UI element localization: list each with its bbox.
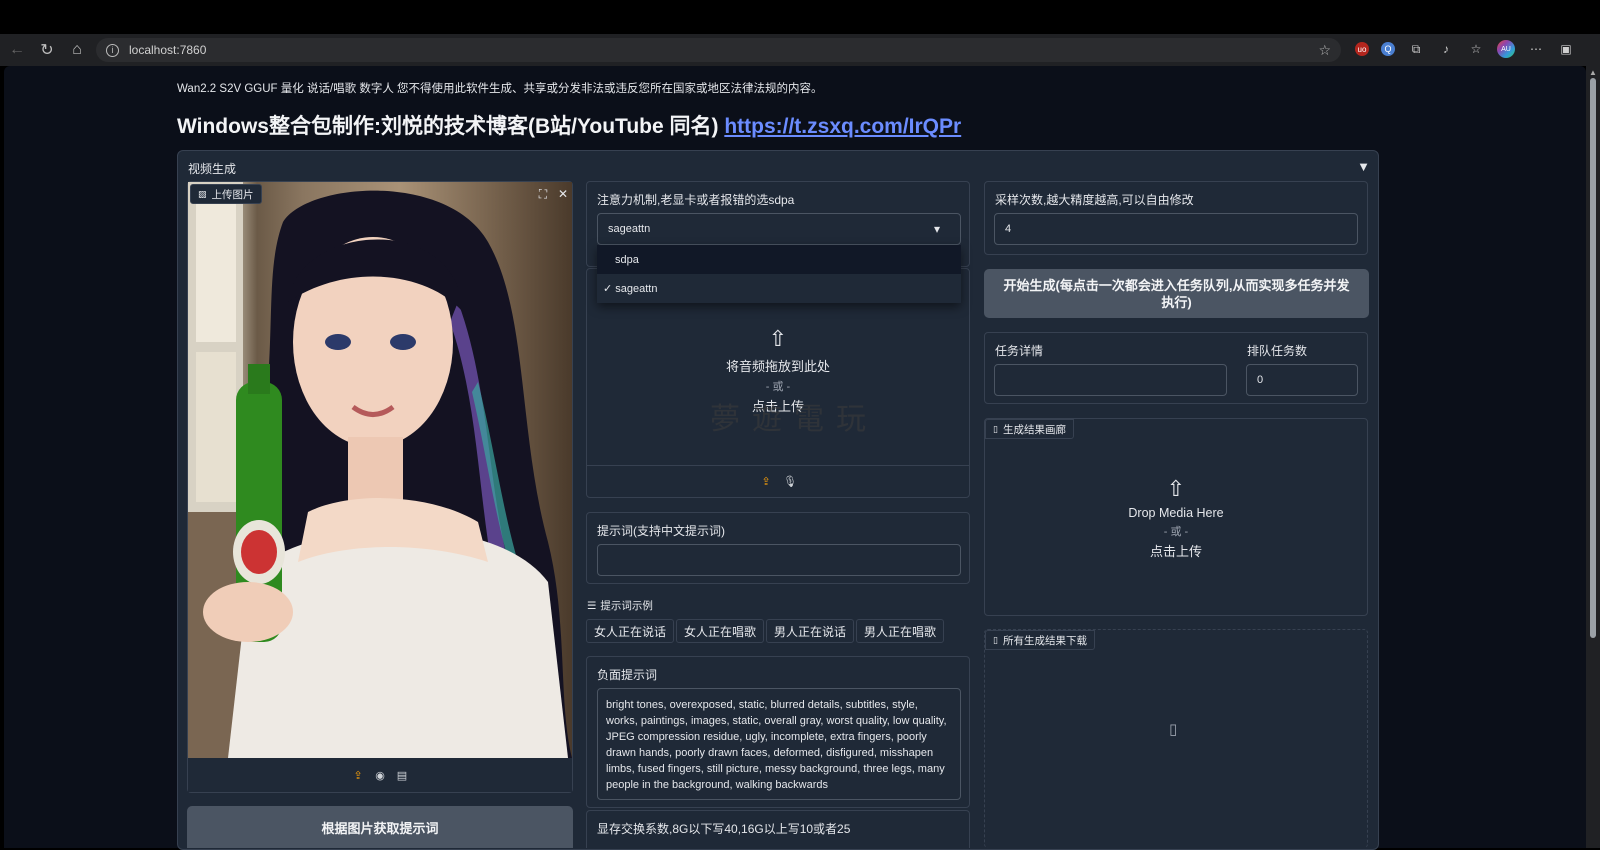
- gallery-drop-zone[interactable]: ⇧ Drop Media Here - 或 - 点击上传: [1094, 478, 1258, 560]
- more-icon[interactable]: ⋯: [1527, 40, 1545, 58]
- watermark-text: 夢遊電玩: [710, 402, 878, 437]
- gallery-label-tag: ▯ 生成结果画廊: [985, 419, 1074, 439]
- attention-dropdown[interactable]: sageattn ▾: [597, 213, 961, 245]
- downloads-panel[interactable]: ▯ 所有生成结果下载 ▯: [984, 629, 1368, 848]
- gallery-label: 生成结果画廊: [1002, 423, 1066, 436]
- steps-label: 采样次数,越大精度越高,可以自由修改: [995, 193, 1194, 207]
- site-info-icon[interactable]: i: [106, 43, 119, 57]
- prompt-label: 提示词(支持中文提示词): [597, 524, 725, 538]
- search-ext-icon[interactable]: Q: [1381, 42, 1395, 56]
- option-sdpa-label: sdpa: [615, 253, 639, 266]
- bookmark-star-icon[interactable]: ☆: [1318, 42, 1331, 59]
- scroll-up-icon[interactable]: ▲: [1589, 68, 1597, 77]
- attention-selected: sageattn: [608, 223, 651, 235]
- image-upload-panel[interactable]: ▨ 上传图片 ⛶ ✕ ⇪ ◉ ▤: [187, 181, 573, 793]
- option-sdpa[interactable]: sdpa: [597, 245, 961, 274]
- portrait-illustration: [188, 182, 572, 758]
- examples-header: ☰ 提示词示例: [587, 598, 653, 613]
- option-sageattn[interactable]: ✓ sageattn: [597, 274, 961, 303]
- prompt-input[interactable]: [597, 544, 961, 576]
- audio-source-toolbar: ⇪ 🎙: [587, 465, 969, 497]
- example-woman-talking[interactable]: 女人正在说话: [586, 619, 675, 643]
- task-detail-field: [994, 364, 1227, 396]
- upload-arrow-icon: ⇧: [1166, 476, 1186, 501]
- attention-label: 注意力机制,老显卡或者报错的选sdpa: [597, 193, 795, 207]
- close-icon[interactable]: ✕: [555, 186, 571, 202]
- file-icon: ▯: [993, 423, 998, 434]
- example-man-talking[interactable]: 男人正在说话: [766, 619, 855, 643]
- audio-or-text: - 或 -: [765, 381, 791, 393]
- gallery-or-text: - 或 -: [1163, 526, 1189, 538]
- reading-icon[interactable]: ♪: [1437, 40, 1455, 58]
- profile-icon[interactable]: AU: [1497, 40, 1515, 58]
- get-prompt-from-image-button[interactable]: 根据图片获取提示词: [187, 806, 573, 848]
- webcam-icon[interactable]: ◉: [373, 768, 387, 782]
- uploaded-image: ▨ 上传图片 ⛶ ✕: [188, 182, 572, 758]
- upload-arrow-icon: ⇧: [768, 326, 788, 351]
- home-icon[interactable]: ⌂: [62, 35, 92, 65]
- scrollbar-thumb[interactable]: [1590, 78, 1596, 638]
- gallery-click-text: 点击上传: [1149, 544, 1202, 559]
- file-icon: ▯: [993, 634, 998, 645]
- swap-label: 显存交换系数,8G以下写40,16G以上写10或者25: [597, 822, 851, 836]
- accordion-toggle-icon[interactable]: ▼: [1357, 159, 1370, 174]
- image-label: 上传图片: [211, 188, 254, 201]
- image-icon: ▨: [198, 188, 207, 199]
- image-label-tag: ▨ 上传图片: [190, 184, 262, 204]
- examples-label: 提示词示例: [600, 600, 653, 612]
- steps-input[interactable]: 4: [994, 213, 1358, 245]
- image-source-toolbar: ⇪ ◉ ▤: [188, 758, 572, 792]
- accordion-title[interactable]: 视频生成: [188, 160, 236, 177]
- title-text: Windows整合包制作:刘悦的技术博客(B站/YouTube 同名): [177, 115, 725, 138]
- page-scrollbar[interactable]: ▲: [1586, 66, 1600, 848]
- negative-prompt-label: 负面提示词: [597, 668, 658, 682]
- browser-toolbar: ← ↻ ⌂ i localhost:7860 ☆ uo Q ⧉ ♪ ☆ AU ⋯…: [0, 34, 1600, 66]
- example-woman-singing[interactable]: 女人正在唱歌: [676, 619, 765, 643]
- extension-icons: uo Q ⧉ ♪ ☆ AU ⋯ ▣: [1355, 40, 1575, 58]
- start-generation-button[interactable]: 开始生成(每点击一次都会进入任务队列,从而实现多任务并发执行): [984, 269, 1369, 318]
- list-icon: ☰: [587, 599, 597, 612]
- back-arrow-icon[interactable]: ←: [2, 35, 32, 65]
- swap-block: 显存交换系数,8G以下写40,16G以上写10或者25: [586, 810, 970, 848]
- ublock-icon[interactable]: uo: [1355, 42, 1369, 56]
- reload-icon[interactable]: ↻: [32, 35, 62, 65]
- disclaimer-text: Wan2.2 S2V GGUF 量化 说话/唱歌 数字人 您不得使用此软件生成、…: [177, 83, 823, 95]
- gallery-drop-text: Drop Media Here: [1128, 506, 1224, 520]
- microphone-icon[interactable]: 🎙: [783, 475, 797, 489]
- upload-icon[interactable]: ⇪: [759, 475, 773, 489]
- page-title: Windows整合包制作:刘悦的技术博客(B站/YouTube 同名) http…: [177, 110, 961, 140]
- empty-file-icon: ▯: [1169, 721, 1178, 738]
- audio-drop-text: 将音频拖放到此处: [725, 359, 830, 374]
- sidebar-icon[interactable]: ▣: [1557, 40, 1575, 58]
- task-detail-label: 任务详情: [995, 344, 1044, 358]
- fullscreen-icon[interactable]: ⛶: [535, 186, 551, 202]
- example-man-singing[interactable]: 男人正在唱歌: [856, 619, 945, 643]
- upload-icon[interactable]: ⇪: [351, 768, 365, 782]
- downloads-label: 所有生成结果下载: [1002, 634, 1087, 647]
- negative-prompt-textarea[interactable]: bright tones, overexposed, static, blurr…: [597, 688, 961, 800]
- downloads-label-tag: ▯ 所有生成结果下载: [985, 630, 1095, 650]
- puzzle-icon[interactable]: ⧉: [1407, 40, 1425, 58]
- address-bar[interactable]: i localhost:7860 ☆: [96, 38, 1341, 62]
- queue-count-label: 排队任务数: [1247, 344, 1308, 358]
- clipboard-icon[interactable]: ▤: [395, 768, 409, 782]
- favorites-icon[interactable]: ☆: [1467, 40, 1485, 58]
- chevron-down-icon: ▾: [933, 222, 940, 236]
- option-sageattn-label: ✓ sageattn: [603, 283, 658, 295]
- attention-options-menu: sdpa ✓ sageattn: [597, 245, 961, 303]
- queue-count-field: 0: [1246, 364, 1358, 396]
- window-top-bar: [0, 0, 1600, 34]
- url-text: localhost:7860: [129, 43, 207, 57]
- zsxq-link[interactable]: https://t.zsxq.com/IrQPr: [724, 115, 961, 138]
